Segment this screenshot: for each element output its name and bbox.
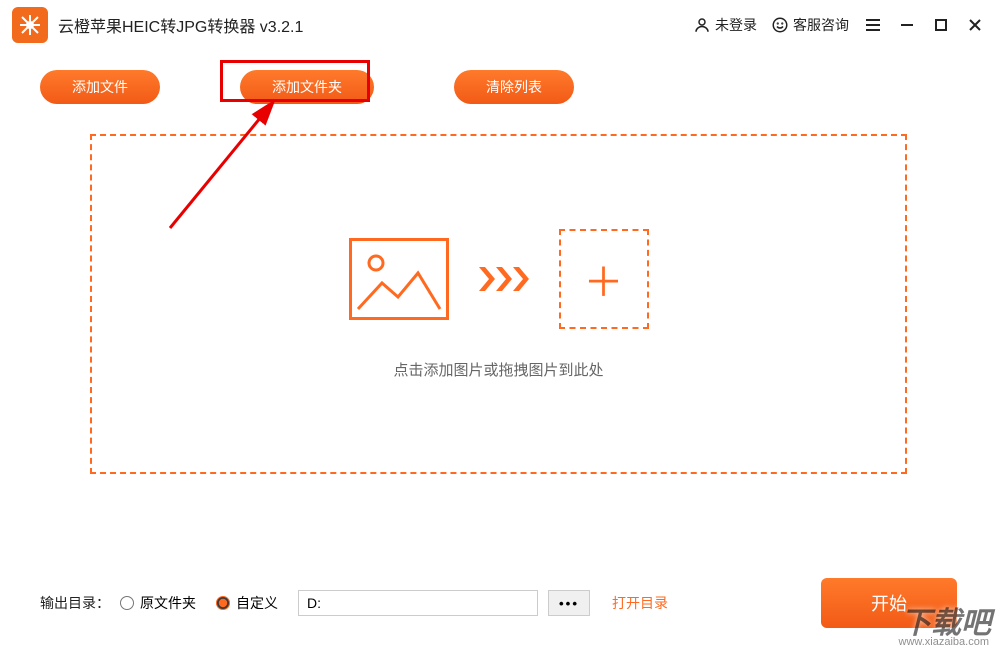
- add-folder-button[interactable]: 添加文件夹: [240, 70, 374, 104]
- app-title: 云橙苹果HEIC转JPG转换器 v3.2.1: [58, 13, 303, 37]
- arrows-icon: [479, 264, 529, 294]
- minimize-icon: [899, 17, 915, 33]
- hamburger-icon: [864, 16, 882, 34]
- radio-custom-label: 自定义: [236, 593, 278, 613]
- output-dir-label: 输出目录：: [40, 593, 110, 613]
- radio-original-input[interactable]: [120, 596, 134, 610]
- browse-button[interactable]: •••: [548, 590, 590, 616]
- open-dir-link[interactable]: 打开目录: [612, 593, 668, 613]
- toolbar: 添加文件 添加文件夹 清除列表: [0, 50, 997, 114]
- dropzone[interactable]: ＋ 点击添加图片或拖拽图片到此处: [90, 134, 907, 474]
- smile-icon: [771, 16, 789, 34]
- close-icon: [967, 17, 983, 33]
- radio-original-label: 原文件夹: [140, 593, 196, 613]
- plus-icon: ＋: [584, 250, 624, 308]
- dropzone-container: ＋ 点击添加图片或拖拽图片到此处: [0, 114, 997, 474]
- minimize-button[interactable]: [897, 15, 917, 35]
- support-button[interactable]: 客服咨询: [771, 15, 849, 35]
- user-icon: [693, 16, 711, 34]
- titlebar-left: 云橙苹果HEIC转JPG转换器 v3.2.1: [12, 7, 303, 43]
- start-button[interactable]: 开始: [821, 578, 957, 628]
- output-path-input[interactable]: [298, 590, 538, 616]
- login-status-button[interactable]: 未登录: [693, 15, 757, 35]
- menu-button[interactable]: [863, 15, 883, 35]
- login-status-label: 未登录: [715, 15, 757, 35]
- radio-custom-folder[interactable]: 自定义: [216, 593, 278, 613]
- dropzone-graphics: ＋: [349, 229, 649, 329]
- support-label: 客服咨询: [793, 15, 849, 35]
- titlebar-right: 未登录 客服咨询: [693, 15, 985, 35]
- close-button[interactable]: [965, 15, 985, 35]
- titlebar: 云橙苹果HEIC转JPG转换器 v3.2.1 未登录 客服咨询: [0, 0, 997, 50]
- app-logo-icon: [12, 7, 48, 43]
- dropzone-hint: 点击添加图片或拖拽图片到此处: [393, 359, 603, 380]
- footer: 输出目录： 原文件夹 自定义 ••• 打开目录 开始: [0, 578, 997, 628]
- radio-custom-input[interactable]: [216, 596, 230, 610]
- maximize-button[interactable]: [931, 15, 951, 35]
- add-target-icon: ＋: [559, 229, 649, 329]
- add-file-button[interactable]: 添加文件: [40, 70, 160, 104]
- radio-original-folder[interactable]: 原文件夹: [120, 593, 196, 613]
- watermark-subtext: www.xiazaiba.com: [899, 636, 989, 648]
- maximize-icon: [934, 18, 948, 32]
- clear-list-button[interactable]: 清除列表: [454, 70, 574, 104]
- image-placeholder-icon: [349, 238, 449, 320]
